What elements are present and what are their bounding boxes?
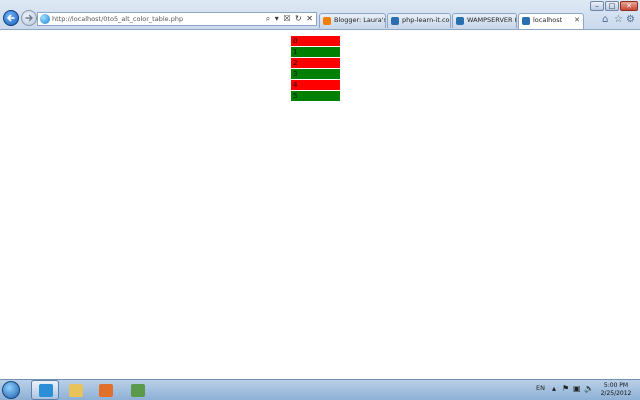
taskbar-button-network-app[interactable] [123, 380, 151, 400]
tab-favicon-icon [323, 17, 331, 25]
network-app-icon [131, 384, 145, 397]
maximize-button[interactable]: □ [605, 1, 619, 11]
tab-3[interactable]: localhost ✕ [518, 13, 584, 29]
home-icon[interactable]: ⌂ [602, 14, 608, 26]
minimize-button[interactable]: – [590, 1, 604, 11]
tab-label: WAMPSERVER H... [467, 16, 516, 24]
tab-label: localhost [533, 16, 563, 24]
forward-button[interactable] [21, 10, 37, 26]
table-row: 3 [291, 69, 340, 79]
network-icon[interactable]: ▣ [573, 384, 581, 394]
language-indicator[interactable]: EN [536, 384, 545, 392]
tab-2[interactable]: WAMPSERVER H... [452, 13, 517, 28]
show-hidden-icons-icon[interactable]: ▴ [552, 384, 556, 394]
clock-date: 2/25/2012 [600, 390, 632, 397]
windows-explorer-icon [69, 384, 83, 397]
start-button[interactable] [2, 381, 20, 399]
internet-explorer-icon [39, 384, 53, 397]
page-icon [40, 14, 50, 24]
tab-favicon-icon [522, 17, 530, 25]
tab-favicon-icon [391, 17, 399, 25]
media-player-icon [99, 384, 113, 397]
address-tools[interactable]: ⌕ ▾ ☒ ↻ ✕ [266, 13, 314, 25]
tools-gear-icon[interactable]: ⚙ [626, 14, 635, 26]
taskbar: EN ▴ ⚑ ▣ 🔈 5:00 PM 2/25/2012 [0, 379, 640, 400]
browser-chrome: http://localhost/0to5_alt_color_table.ph… [0, 0, 640, 30]
screen: http://localhost/0to5_alt_color_table.ph… [0, 0, 640, 400]
alternating-color-table: 012345 [291, 36, 340, 102]
tab-0[interactable]: Blogger: Laura's E... [319, 13, 386, 28]
back-arrow-icon [6, 14, 15, 22]
page-content: 012345 [0, 30, 640, 379]
clock-time: 5:00 PM [603, 382, 629, 389]
address-text[interactable]: http://localhost/0to5_alt_color_table.ph… [52, 14, 183, 24]
tab-favicon-icon [456, 17, 464, 25]
taskbar-button-windows-explorer[interactable] [61, 380, 89, 400]
table-row: 0 [291, 36, 340, 46]
taskbar-button-internet-explorer[interactable] [31, 380, 59, 400]
volume-icon[interactable]: 🔈 [584, 384, 594, 394]
taskbar-button-media-player[interactable] [91, 380, 119, 400]
close-button[interactable]: ✕ [620, 1, 638, 11]
table-row: 1 [291, 47, 340, 57]
table-row: 5 [291, 91, 340, 101]
address-bar[interactable]: http://localhost/0to5_alt_color_table.ph… [37, 12, 317, 26]
tab-label: Blogger: Laura's E... [334, 16, 386, 24]
table-row: 2 [291, 58, 340, 68]
tab-label: php-learn-it.com [402, 16, 451, 24]
favorites-star-icon[interactable]: ☆ [614, 14, 623, 26]
back-button[interactable] [3, 10, 19, 26]
table-row: 4 [291, 80, 340, 90]
forward-arrow-icon [25, 14, 33, 22]
tab-1[interactable]: php-learn-it.com [387, 13, 451, 28]
tray-clock[interactable]: 5:00 PM 2/25/2012 [596, 382, 636, 398]
action-center-flag-icon[interactable]: ⚑ [562, 384, 569, 394]
tab-close-icon[interactable]: ✕ [574, 14, 580, 27]
